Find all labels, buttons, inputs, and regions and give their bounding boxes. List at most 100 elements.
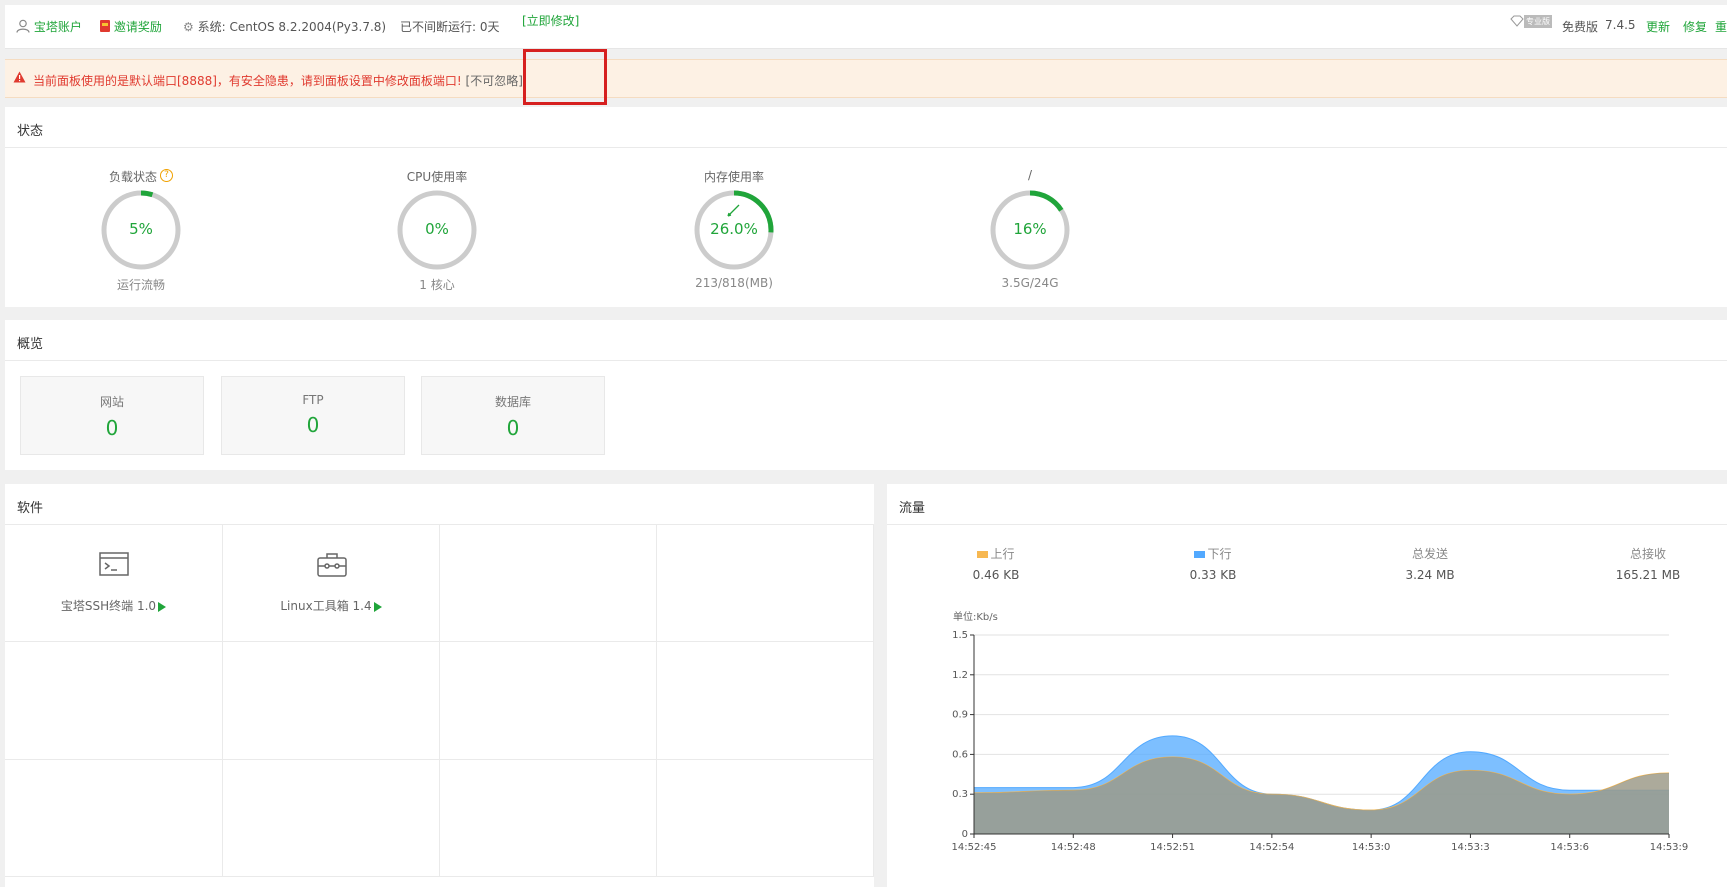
gauge-value: 0% xyxy=(425,220,449,238)
uptime-text: 已不间断运行: 0天 xyxy=(400,20,500,34)
overview-card-website[interactable]: 网站 0 xyxy=(20,376,204,455)
x-tick-label: 14:53:9 xyxy=(1650,842,1689,853)
invite-label: 邀请奖励 xyxy=(113,20,162,34)
account-label: 宝塔账户 xyxy=(33,20,82,34)
gauge-label: CPU使用率 xyxy=(347,168,527,188)
gauge-value: 5% xyxy=(129,220,153,238)
restart-link[interactable]: 重启 xyxy=(1715,18,1727,35)
version-number: 7.4.5 xyxy=(1605,18,1636,32)
software-item[interactable]: 宝塔SSH终端 1.0 xyxy=(5,525,223,642)
gauge-label-text: 负载状态 xyxy=(108,170,157,184)
status-panel: 状态 xyxy=(5,107,1727,307)
series-overlap-area xyxy=(974,757,1669,834)
overview-card-ftp[interactable]: FTP 0 xyxy=(221,376,405,455)
y-tick-label: 0.9 xyxy=(952,710,968,721)
software-name: Linux工具箱 1.4 xyxy=(223,597,439,614)
gauge-1[interactable]: CPU使用率 0% 1 核心 xyxy=(347,168,527,293)
system-label: 系统: xyxy=(197,20,226,34)
rocket-icon[interactable] xyxy=(727,204,740,217)
user-icon xyxy=(16,19,30,33)
download-legend-swatch xyxy=(1194,551,1206,558)
divider xyxy=(5,360,1727,361)
download-stat: 下行 0.33 KB xyxy=(1153,545,1273,582)
warning-icon xyxy=(13,71,26,83)
overview-label: FTP xyxy=(302,393,324,407)
gauge-value: 16% xyxy=(1013,220,1047,238)
pro-badge[interactable]: 专业版 xyxy=(1510,15,1552,29)
gift-icon xyxy=(100,20,110,32)
gauge-label: 负载状态? xyxy=(51,168,231,188)
y-tick-label: 1.5 xyxy=(952,630,968,641)
software-empty-slot xyxy=(440,525,657,642)
overview-label: 网站 xyxy=(99,395,124,409)
total-sent-stat: 总发送 3.24 MB xyxy=(1370,545,1490,582)
y-tick-label: 1.2 xyxy=(952,670,968,681)
traffic-chart: 单位:Kb/s 0 0.3 0.6 0.9 1.2 1.5 14:52:45 14:52:48… xyxy=(952,610,1689,853)
fix-port-link[interactable]: [立即修改] xyxy=(522,12,579,29)
overview-card-database[interactable]: 数据库 0 xyxy=(421,376,605,455)
help-icon[interactable]: ? xyxy=(160,169,173,182)
repair-link[interactable]: 修复 xyxy=(1683,18,1707,35)
gear-icon: ⚙ xyxy=(183,20,194,34)
total-sent-value: 3.24 MB xyxy=(1405,568,1455,582)
x-tick-label: 14:52:51 xyxy=(1150,842,1195,853)
status-title: 状态 xyxy=(17,124,44,139)
software-empty-slot xyxy=(223,760,440,877)
gauge-2[interactable]: 内存使用率 26.0% 213/818(MB) xyxy=(644,168,824,290)
x-tick-label: 14:53:0 xyxy=(1352,842,1391,853)
y-tick-label: 0 xyxy=(962,829,968,840)
y-tick-label: 0.3 xyxy=(952,789,968,800)
software-item[interactable]: Linux工具箱 1.4 xyxy=(223,525,440,642)
gauge-subtext: 运行流畅 xyxy=(116,278,165,292)
software-name: 宝塔SSH终端 1.0 xyxy=(5,597,222,614)
upload-legend-swatch xyxy=(977,551,989,558)
software-empty-slot xyxy=(657,525,874,642)
system-value: CentOS 8.2.2004(Py3.7.8) xyxy=(229,20,387,34)
play-icon[interactable] xyxy=(158,601,167,612)
divider xyxy=(887,524,1727,525)
software-empty-slot xyxy=(5,642,223,760)
terminal-icon xyxy=(99,552,129,576)
gauge-label-text: 内存使用率 xyxy=(703,170,764,184)
account-link[interactable]: 宝塔账户 xyxy=(16,18,82,35)
y-tick-label: 0.6 xyxy=(952,749,968,760)
chart-unit-label: 单位:Kb/s xyxy=(953,610,998,623)
x-tick-label: 14:53:6 xyxy=(1550,842,1589,853)
gauge-subtext: 1 核心 xyxy=(419,278,455,292)
gauge-subtext: 3.5G/24G xyxy=(1001,276,1059,290)
update-link[interactable]: 更新 xyxy=(1646,18,1670,35)
gauge-subtext: 213/818(MB) xyxy=(695,276,773,290)
total-received-label: 总接收 xyxy=(1629,547,1666,561)
total-sent-label: 总发送 xyxy=(1411,547,1448,561)
gauge-label: / xyxy=(940,168,1120,188)
warning-message: 当前面板使用的是默认端口[8888]，有安全隐患，请到面板设置中修改面板端口! xyxy=(33,74,462,88)
toolbox-icon xyxy=(316,553,347,577)
security-warning-banner: 当前面板使用的是默认端口[8888]，有安全隐患，请到面板设置中修改面板端口! … xyxy=(5,59,1727,98)
software-empty-slot xyxy=(440,642,657,760)
top-bar: 宝塔账户 邀请奖励 ⚙ 系统: CentOS 8.2.2004(Py3.7.8)… xyxy=(5,5,1727,49)
upload-value: 0.46 KB xyxy=(972,568,1020,582)
software-title: 软件 xyxy=(17,501,44,516)
total-received-stat: 总接收 165.21 MB xyxy=(1588,545,1708,582)
download-label: 下行 xyxy=(1207,547,1232,561)
software-name-text: Linux工具箱 1.4 xyxy=(280,599,372,613)
overview-count: 0 xyxy=(306,413,320,437)
gauge-3[interactable]: / 16% 3.5G/24G xyxy=(940,168,1120,290)
software-empty-slot xyxy=(657,642,874,760)
x-tick-label: 14:52:54 xyxy=(1249,842,1294,853)
software-empty-slot xyxy=(440,760,657,877)
divider xyxy=(5,147,1727,148)
software-empty-slot xyxy=(5,760,223,877)
warning-ignore: [不可忽略] xyxy=(465,74,523,88)
gauge-label-text: / xyxy=(1027,168,1033,182)
software-empty-slot xyxy=(657,760,874,877)
x-tick-label: 14:52:45 xyxy=(952,842,997,853)
play-icon[interactable] xyxy=(373,601,382,612)
edition-label: 免费版 xyxy=(1562,20,1599,34)
total-received-value: 165.21 MB xyxy=(1615,568,1681,582)
gauge-0[interactable]: 负载状态? 5% 运行流畅 xyxy=(51,168,231,293)
overview-label: 数据库 xyxy=(494,395,531,409)
invite-link[interactable]: 邀请奖励 xyxy=(100,18,162,35)
traffic-title: 流量 xyxy=(899,501,926,516)
software-name-text: 宝塔SSH终端 1.0 xyxy=(60,599,157,613)
